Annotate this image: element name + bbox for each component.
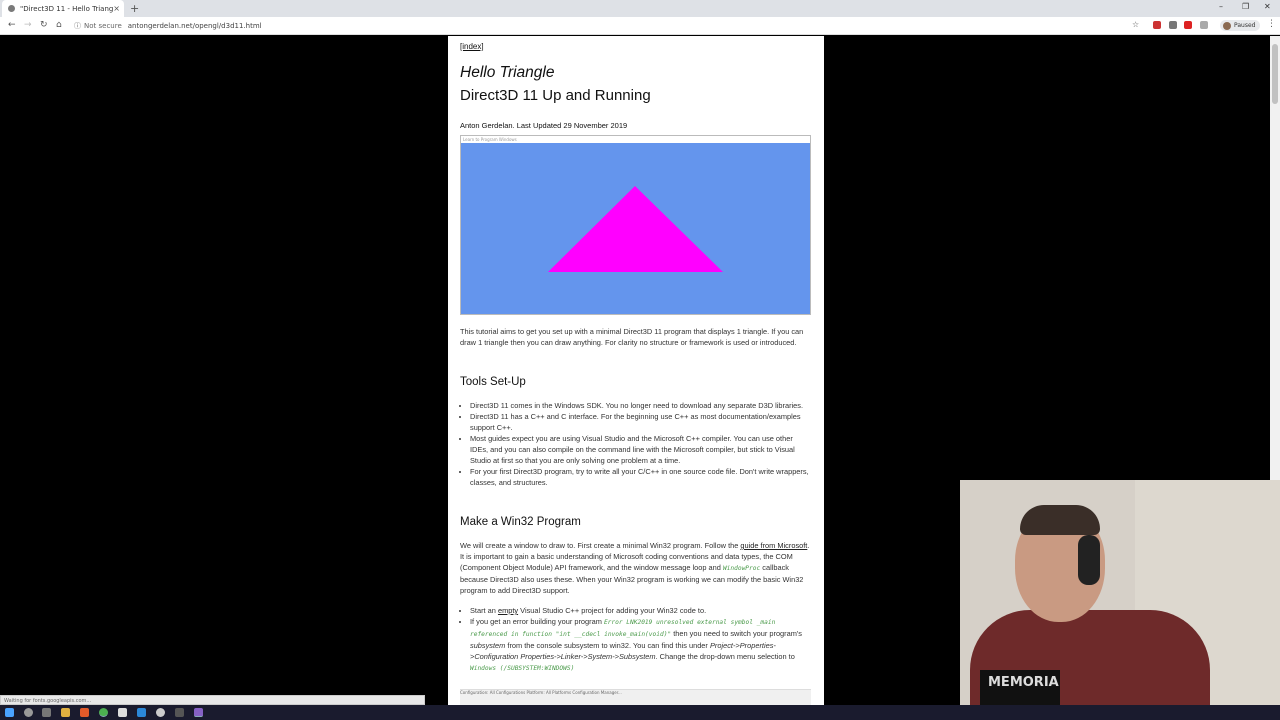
property-pages-screenshot: Configuration: All Configurations Platfo… bbox=[460, 689, 811, 705]
tee-text: MEMORIA bbox=[988, 675, 1059, 690]
byline: Anton Gerdelan. Last Updated 29 November… bbox=[460, 121, 628, 130]
article: [index] Hello Triangle Direct3D 11 Up an… bbox=[448, 36, 824, 705]
win32-paragraph: We will create a window to draw to. Firs… bbox=[460, 540, 812, 596]
screenshot-caption: Learn to Program Windows bbox=[461, 136, 810, 143]
list-item: Start an empty Visual Studio C++ project… bbox=[470, 605, 812, 616]
reload-icon[interactable]: ↻ bbox=[40, 20, 48, 30]
tab-title: "Direct3D 11 - Hello Triangle" - A bbox=[20, 4, 114, 13]
bookmark-star-icon[interactable]: ☆ bbox=[1132, 20, 1139, 29]
forward-icon[interactable]: → bbox=[24, 20, 32, 30]
extension-red-icon[interactable] bbox=[1184, 21, 1192, 29]
subsystem-code: Windows (/SUBSYSTEM:WINDOWS) bbox=[470, 665, 575, 672]
browser-tab[interactable]: "Direct3D 11 - Hello Triangle" - A × bbox=[2, 0, 124, 17]
status-bar: Waiting for fonts.googleapis.com... bbox=[0, 695, 425, 705]
step1-text-2: Visual Studio C++ project for adding you… bbox=[520, 606, 707, 615]
index-link[interactable]: [index] bbox=[460, 42, 812, 51]
window-close-button[interactable]: ✕ bbox=[1264, 2, 1271, 11]
back-icon[interactable]: ← bbox=[8, 20, 16, 30]
vscode-icon[interactable] bbox=[137, 708, 146, 717]
visual-studio-icon[interactable] bbox=[194, 708, 203, 717]
magenta-triangle bbox=[548, 186, 723, 272]
file-explorer-icon[interactable] bbox=[61, 708, 70, 717]
extension-icon[interactable] bbox=[1169, 21, 1177, 29]
address-bar[interactable]: ⓘ Not secure antongerdelan.net/opengl/d3… bbox=[74, 19, 1124, 33]
obs-icon[interactable] bbox=[156, 708, 165, 717]
list-item: Direct3D 11 comes in the Windows SDK. Yo… bbox=[470, 400, 812, 411]
webcam-hair bbox=[1020, 505, 1100, 535]
taskbar bbox=[0, 705, 1280, 720]
windowproc-code: WindowProc bbox=[722, 565, 761, 572]
info-icon[interactable]: ⓘ bbox=[74, 21, 81, 31]
page-title: Direct3D 11 Up and Running bbox=[460, 87, 651, 104]
avatar bbox=[1223, 21, 1231, 30]
triangle-svg bbox=[548, 186, 723, 272]
close-tab-icon[interactable]: × bbox=[113, 4, 120, 13]
terminal-icon[interactable] bbox=[175, 708, 184, 717]
win32-text-1: We will create a window to draw to. Firs… bbox=[460, 541, 739, 550]
list-item: Most guides expect you are using Visual … bbox=[470, 433, 812, 466]
step2-text-4: . Change the drop-down menu selection to bbox=[655, 652, 795, 661]
search-icon[interactable] bbox=[24, 708, 33, 717]
browser-toolbar: ← → ↻ ⌂ ⓘ Not secure antongerdelan.net/o… bbox=[0, 17, 1280, 35]
tab-bar: "Direct3D 11 - Hello Triangle" - A × + –… bbox=[0, 0, 1280, 17]
brave-icon[interactable] bbox=[80, 708, 89, 717]
guide-link[interactable]: guide from Microsoft bbox=[740, 541, 807, 550]
tools-heading: Tools Set-Up bbox=[460, 376, 526, 388]
globe-icon bbox=[8, 5, 15, 12]
scrollbar-thumb[interactable] bbox=[1272, 44, 1278, 104]
task-view-icon[interactable] bbox=[42, 708, 51, 717]
new-tab-button[interactable]: + bbox=[130, 2, 139, 15]
kebab-menu-icon[interactable]: ⋮ bbox=[1267, 19, 1276, 29]
step2-text-2: then you need to switch your program's bbox=[673, 629, 802, 638]
page-subtitle: Hello Triangle bbox=[460, 64, 555, 81]
intro-paragraph: This tutorial aims to get you set up wit… bbox=[460, 327, 804, 347]
extension-menu-icon[interactable] bbox=[1200, 21, 1208, 29]
maximize-button[interactable]: ❐ bbox=[1242, 2, 1249, 11]
step2-text-3: from the console subsystem to win32. You… bbox=[507, 641, 708, 650]
win32-heading: Make a Win32 Program bbox=[460, 516, 581, 528]
profile-paused-button[interactable]: Paused bbox=[1220, 20, 1260, 31]
notepad-icon[interactable] bbox=[118, 708, 127, 717]
minimize-button[interactable]: – bbox=[1219, 2, 1223, 11]
tools-list: Direct3D 11 comes in the Windows SDK. Yo… bbox=[460, 400, 812, 488]
list-item: Direct3D 11 has a C++ and C interface. F… bbox=[470, 411, 812, 433]
steps-list: Start an empty Visual Studio C++ project… bbox=[460, 605, 812, 674]
webcam-tee: MEMORIA bbox=[980, 670, 1060, 705]
headset-icon bbox=[1078, 535, 1100, 585]
triangle-screenshot: Learn to Program Windows bbox=[460, 135, 811, 315]
step2-text: If you get an error building your progra… bbox=[470, 617, 602, 626]
paused-label: Paused bbox=[1234, 22, 1256, 29]
blue-canvas bbox=[461, 143, 810, 314]
home-icon[interactable]: ⌂ bbox=[56, 20, 62, 30]
windows-start-icon[interactable] bbox=[5, 708, 14, 717]
step1-text: Start an bbox=[470, 606, 496, 615]
chrome-icon[interactable] bbox=[99, 708, 108, 717]
list-item: If you get an error building your progra… bbox=[470, 616, 812, 674]
extension-shield-icon[interactable] bbox=[1153, 21, 1161, 29]
not-secure-label: Not secure bbox=[84, 22, 122, 30]
empty-link[interactable]: empty bbox=[498, 606, 518, 615]
subsystem-em: subsystem bbox=[470, 641, 506, 650]
url-text: antongerdelan.net/opengl/d3d11.html bbox=[127, 22, 262, 30]
webcam-overlay: MEMORIA bbox=[960, 480, 1280, 705]
list-item: For your first Direct3D program, try to … bbox=[470, 466, 812, 488]
